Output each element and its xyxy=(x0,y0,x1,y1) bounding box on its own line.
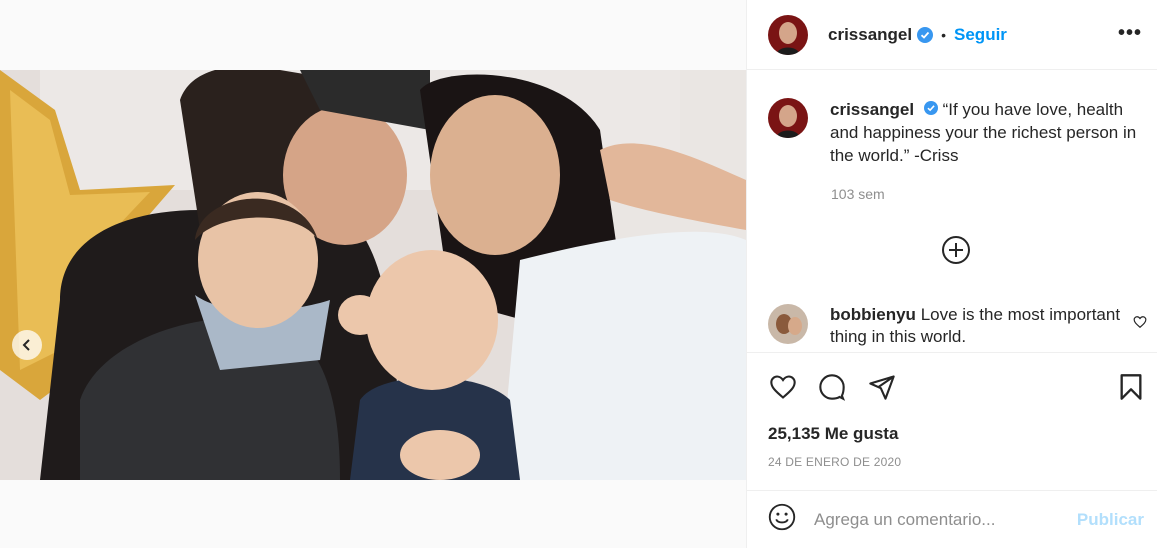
save-button[interactable] xyxy=(1119,373,1143,406)
like-button[interactable] xyxy=(768,373,798,406)
follow-button[interactable]: Seguir xyxy=(954,25,1007,45)
caption-username[interactable]: crissangel xyxy=(830,100,914,119)
bookmark-icon xyxy=(1120,374,1142,400)
photo-illustration xyxy=(0,70,746,480)
comment-item: bobbienyu Love is the most important thi… xyxy=(768,304,1148,348)
caption-avatar[interactable] xyxy=(768,98,808,138)
action-bar xyxy=(747,352,1157,412)
load-more-comments-button[interactable] xyxy=(941,235,971,265)
likes-count[interactable]: 25,135 Me gusta xyxy=(768,424,898,444)
publish-button[interactable]: Publicar xyxy=(1077,510,1144,530)
more-options-icon[interactable]: ••• xyxy=(1118,22,1142,45)
post-photo[interactable] xyxy=(0,70,746,480)
heart-icon xyxy=(770,375,796,399)
post-sidebar: crissangel • Seguir ••• crissangel “If y… xyxy=(746,0,1157,548)
comment-bubble-icon xyxy=(819,374,846,401)
verified-badge-icon xyxy=(923,101,938,115)
media-pane xyxy=(0,0,746,548)
avatar-image xyxy=(768,304,808,344)
commenter-avatar[interactable] xyxy=(768,304,808,344)
emoji-icon[interactable] xyxy=(768,503,796,536)
avatar-image xyxy=(768,14,808,55)
caption-time-ago[interactable]: 103 sem xyxy=(831,186,885,202)
share-button[interactable] xyxy=(868,373,896,406)
comment-username[interactable]: bobbienyu xyxy=(830,305,916,324)
comment-body: bobbienyu Love is the most important thi… xyxy=(830,304,1130,348)
carousel-prev-button[interactable] xyxy=(12,330,42,360)
paper-plane-icon xyxy=(869,375,895,400)
heart-icon xyxy=(1133,316,1147,329)
verified-badge-icon xyxy=(917,26,934,43)
comment-button[interactable] xyxy=(818,373,846,406)
username-link[interactable]: crissangel xyxy=(828,25,912,45)
header-separator: • xyxy=(941,26,947,43)
add-comment-bar: Publicar xyxy=(747,490,1157,548)
post-date[interactable]: 24 DE ENERO DE 2020 xyxy=(768,455,901,469)
post-caption: crissangel “If you have love, health and… xyxy=(768,98,1148,167)
comment-input[interactable] xyxy=(814,509,1064,530)
plus-circle-icon xyxy=(942,236,970,264)
post-header: crissangel • Seguir ••• xyxy=(747,0,1157,70)
chevron-left-icon xyxy=(22,339,30,351)
avatar[interactable] xyxy=(768,14,808,55)
avatar-image xyxy=(768,98,808,138)
caption-body: crissangel “If you have love, health and… xyxy=(830,98,1148,167)
comment-like-button[interactable] xyxy=(1133,315,1147,334)
